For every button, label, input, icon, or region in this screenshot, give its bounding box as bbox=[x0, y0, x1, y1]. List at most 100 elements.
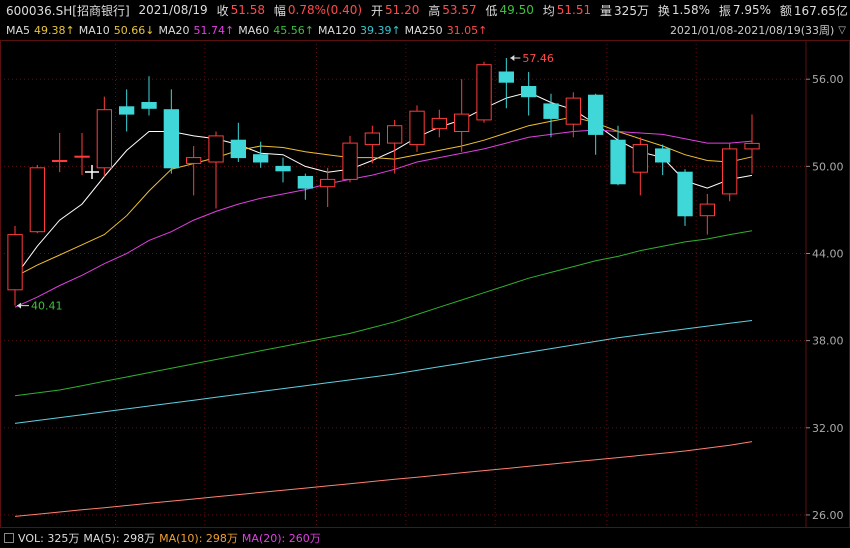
vol-value: VOL: 325万 bbox=[18, 532, 80, 545]
y-tick-label: 26.00 bbox=[812, 509, 844, 522]
candle[interactable] bbox=[431, 109, 448, 138]
candle[interactable] bbox=[96, 96, 112, 177]
triangle-down-icon[interactable]: ▽ bbox=[838, 25, 846, 36]
candle-body bbox=[163, 109, 179, 169]
candle[interactable] bbox=[677, 169, 693, 226]
turnover-label: 换 bbox=[657, 3, 670, 18]
candle[interactable] bbox=[610, 125, 626, 186]
low-annotation: 40.41 bbox=[31, 300, 63, 313]
candle[interactable] bbox=[119, 89, 135, 132]
amplitude-value: 7.95% bbox=[732, 3, 772, 17]
candle[interactable] bbox=[588, 93, 604, 155]
candle-body bbox=[364, 132, 381, 146]
candle[interactable] bbox=[275, 157, 291, 183]
candle-body bbox=[521, 86, 537, 98]
candle[interactable] bbox=[230, 122, 246, 162]
amplitude-label: 振 bbox=[718, 3, 731, 18]
candle-body bbox=[29, 167, 46, 233]
low-label: 低 bbox=[485, 3, 498, 18]
candle[interactable] bbox=[454, 79, 470, 152]
candle-body bbox=[141, 102, 157, 109]
candle[interactable] bbox=[253, 141, 269, 168]
candle[interactable] bbox=[208, 131, 224, 209]
candle-body bbox=[275, 165, 291, 172]
candle-body bbox=[186, 157, 202, 164]
ma5-label: MA5 bbox=[6, 23, 31, 37]
y-tick-label: 50.00 bbox=[812, 160, 844, 173]
candle-body bbox=[52, 160, 68, 162]
ma250-line bbox=[14, 441, 753, 517]
candle[interactable] bbox=[29, 164, 46, 234]
date-range-selector[interactable]: 2021/01/08-2021/08/19(33周) ▽ bbox=[670, 22, 846, 38]
avg-value: 51.51 bbox=[556, 3, 592, 17]
candle-body bbox=[297, 176, 314, 189]
open-label: 开 bbox=[370, 3, 383, 18]
date-range-text: 2021/01/08-2021/08/19(33周) bbox=[669, 24, 835, 37]
candle[interactable] bbox=[387, 119, 403, 174]
high-arrow-icon bbox=[510, 55, 515, 62]
candle[interactable] bbox=[163, 89, 179, 174]
high-value: 53.57 bbox=[442, 3, 477, 17]
candle[interactable] bbox=[7, 225, 23, 306]
candle-body bbox=[498, 71, 515, 83]
candle[interactable] bbox=[320, 167, 336, 208]
candle[interactable] bbox=[632, 137, 649, 196]
candle-body bbox=[476, 64, 492, 121]
ma10-value: 50.66↓ bbox=[113, 23, 155, 37]
ma10-line bbox=[14, 116, 753, 278]
volume-value: 325万 bbox=[614, 3, 649, 18]
candle[interactable] bbox=[565, 92, 582, 138]
ma120-value: 39.39↑ bbox=[359, 23, 401, 37]
close-value: 51.58 bbox=[230, 3, 265, 17]
y-tick-label: 56.00 bbox=[812, 73, 844, 86]
candle[interactable] bbox=[476, 61, 492, 123]
candle[interactable] bbox=[521, 71, 537, 116]
candle[interactable] bbox=[342, 135, 358, 183]
candle-body bbox=[74, 155, 90, 158]
close-label: 收 bbox=[216, 3, 229, 18]
candle[interactable] bbox=[186, 146, 202, 196]
volume-legend: VOL: 325万 MA(5): 298万 MA(10): 298万 MA(20… bbox=[0, 528, 850, 548]
change-value: 0.78%(0.40) bbox=[287, 3, 363, 17]
candle-body bbox=[409, 110, 425, 146]
candle[interactable] bbox=[74, 132, 90, 176]
candle-body bbox=[230, 139, 246, 159]
quote-date: 2021/08/19 bbox=[138, 3, 208, 17]
low-value: 49.50 bbox=[499, 3, 534, 17]
candle-body bbox=[655, 148, 671, 163]
candle-body bbox=[208, 135, 224, 163]
ma60-label: MA60 bbox=[238, 23, 270, 37]
ma10-label: MA10 bbox=[78, 23, 110, 37]
ma20-label: MA20 bbox=[158, 23, 190, 37]
ma20-value: 51.74↑ bbox=[193, 23, 235, 37]
candle[interactable] bbox=[297, 173, 314, 200]
candle[interactable] bbox=[699, 193, 716, 235]
candle-body bbox=[744, 142, 760, 150]
ma120-label: MA120 bbox=[317, 23, 356, 37]
open-value: 51.20 bbox=[384, 3, 420, 17]
y-tick-label: 44.00 bbox=[812, 248, 844, 261]
kline-chart[interactable]: 56.00 50.00 44.00 38.00 32.00 26.00 57.46 40.41 bbox=[0, 40, 850, 528]
candle[interactable] bbox=[744, 114, 760, 174]
checkbox-icon[interactable] bbox=[4, 533, 14, 543]
candle[interactable] bbox=[141, 76, 157, 116]
amount-value: 167.65亿 bbox=[793, 3, 848, 18]
candle-body bbox=[454, 113, 470, 132]
candle[interactable] bbox=[655, 144, 671, 176]
candle-body bbox=[253, 154, 269, 163]
low-arrow-icon bbox=[17, 302, 21, 309]
quote-header: 600036.SH[招商银行] 2021/08/19 收 51.58 幅 0.7… bbox=[0, 0, 850, 20]
high-label: 高 bbox=[428, 3, 441, 18]
candle-body bbox=[632, 144, 649, 173]
candle[interactable] bbox=[722, 143, 738, 202]
vol-ma5: MA(5): 298万 bbox=[83, 532, 156, 545]
candle-body bbox=[610, 139, 626, 185]
candle-body bbox=[722, 148, 738, 195]
ma5-value: 49.38↑ bbox=[34, 23, 75, 37]
vol-ma20: MA(20): 260万 bbox=[241, 532, 321, 545]
turnover-value: 1.58% bbox=[671, 3, 710, 17]
stock-code[interactable]: 600036.SH[招商银行] bbox=[6, 2, 130, 19]
candle[interactable] bbox=[409, 105, 425, 152]
candle-body bbox=[588, 94, 604, 135]
change-label: 幅 bbox=[273, 3, 286, 18]
